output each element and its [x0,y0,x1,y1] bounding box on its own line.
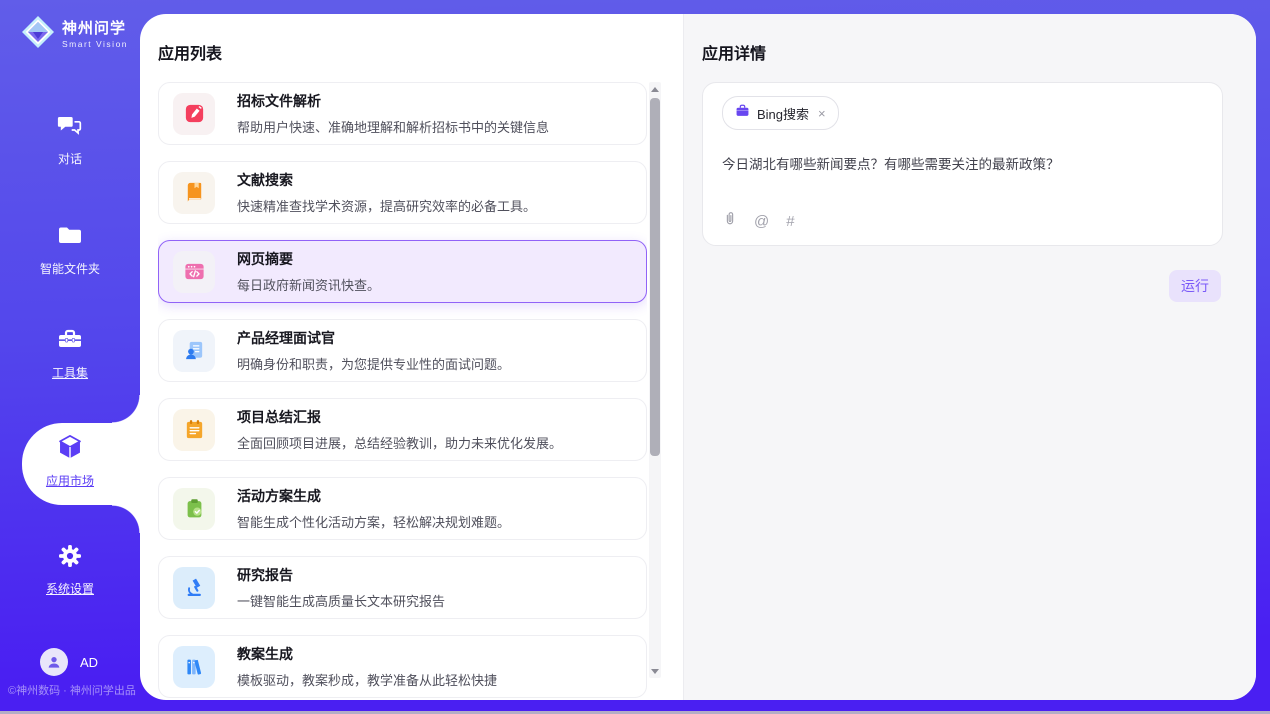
logo-diamond-icon [20,14,56,55]
cube-icon [55,449,85,466]
tender-parse-icon [173,93,215,135]
active-nav-notch-top [112,395,140,423]
tag-close-icon[interactable]: × [818,107,826,120]
logo-title: 神州问学 [62,21,128,36]
lesson-books-icon [173,646,215,688]
app-logo: 神州问学 Smart Vision [20,14,128,55]
app-desc: 一键智能生成高质量长文本研究报告 [237,591,445,610]
active-nav-notch-bottom [112,505,140,533]
list-scrollbar[interactable] [649,82,661,678]
toolbox-icon [56,341,84,358]
mention-icon[interactable]: @ [754,213,769,230]
app-title: 网页摘要 [237,249,380,269]
person-icon [46,654,62,670]
app-detail-title: 应用详情 [702,40,766,64]
interviewer-icon [173,330,215,372]
sidebar-item-label: 对话 [58,150,82,167]
app-title: 活动方案生成 [237,486,510,506]
sidebar-item-settings[interactable]: 系统设置 [0,542,140,598]
app-card-research-report[interactable]: 研究报告 一键智能生成高质量长文本研究报告 [158,556,647,619]
user-account[interactable]: AD [40,648,98,676]
sidebar-item-label: 应用市场 [46,472,94,489]
tool-tag-bing-search[interactable]: Bing搜索 × [722,96,839,130]
sidebar-item-chat[interactable]: 对话 [0,112,140,168]
app-desc: 快速精准查找学术资源，提高研究效率的必备工具。 [237,196,536,215]
app-title: 产品经理面试官 [237,328,510,348]
research-icon [173,567,215,609]
app-desc: 每日政府新闻资讯快查。 [237,275,380,294]
app-card-tender-parse[interactable]: 招标文件解析 帮助用户快速、准确地理解和解析招标书中的关键信息 [158,82,647,145]
sidebar-item-smart-folder[interactable]: 智能文件夹 [0,222,140,278]
sidebar-item-label: 工具集 [52,364,88,381]
scrollbar-thumb[interactable] [650,98,660,456]
app-list-title: 应用列表 [158,40,222,64]
app-title: 招标文件解析 [237,91,549,111]
app-desc: 智能生成个性化活动方案，轻松解决规划难题。 [237,512,510,531]
app-title: 文献搜索 [237,170,536,190]
content-shell: 应用列表 招标文件解析 帮助用户快速、准确地理解和解析招标书中的关键信息 [140,14,1256,700]
app-card-lesson-plan[interactable]: 教案生成 模板驱动，教案秒成，教学准备从此轻松快捷 [158,635,647,698]
sidebar: 神州问学 Smart Vision 对话 智能文件夹 [0,0,140,714]
user-label: AD [80,655,98,670]
app-title: 研究报告 [237,565,445,585]
web-summary-icon [173,251,215,293]
app-list-panel: 应用列表 招标文件解析 帮助用户快速、准确地理解和解析招标书中的关键信息 [140,14,683,700]
sidebar-item-toolset[interactable]: 工具集 [0,326,140,382]
sidebar-item-app-market[interactable]: 应用市场 [0,432,140,490]
hashtag-icon[interactable]: # [786,213,794,230]
clipboard-check-icon [173,488,215,530]
app-title: 项目总结汇报 [237,407,562,427]
app-list: 招标文件解析 帮助用户快速、准确地理解和解析招标书中的关键信息 文献搜索 快速精… [158,82,647,700]
app-card-literature-search[interactable]: 文献搜索 快速精准查找学术资源，提高研究效率的必备工具。 [158,161,647,224]
app-desc: 模板驱动，教案秒成，教学准备从此轻松快捷 [237,670,497,689]
app-card-project-summary[interactable]: 项目总结汇报 全面回顾项目进展，总结经验教训，助力未来优化发展。 [158,398,647,461]
composer-toolbar: @ # [723,210,795,232]
app-card-event-plan[interactable]: 活动方案生成 智能生成个性化活动方案，轻松解决规划难题。 [158,477,647,540]
app-title: 教案生成 [237,644,497,664]
run-button[interactable]: 运行 [1169,270,1221,302]
app-desc: 明确身份和职责，为您提供专业性的面试问题。 [237,354,510,373]
attachment-icon[interactable] [723,210,737,232]
app-card-pm-interviewer[interactable]: 产品经理面试官 明确身份和职责，为您提供专业性的面试问题。 [158,319,647,382]
book-icon [173,172,215,214]
sidebar-item-label: 智能文件夹 [40,260,100,277]
briefcase-icon [735,103,750,123]
copyright-footer: ©神州数码 · 神州问学出品 [8,682,136,698]
scrollbar-up-arrow[interactable] [649,82,661,96]
query-text[interactable]: 今日湖北有哪些新闻要点？有哪些需要关注的最新政策？ [722,153,1203,173]
logo-subtitle: Smart Vision [62,40,128,49]
chat-icon [56,127,84,144]
summary-note-icon [173,409,215,451]
gear-icon [56,557,84,574]
scrollbar-down-arrow[interactable] [649,664,661,678]
app-detail-panel: 应用详情 Bing搜索 × 今日湖北有哪些新闻要点？有哪些需要关注的最新政策？ [683,14,1256,700]
tool-tag-label: Bing搜索 [757,104,809,123]
app-card-web-summary[interactable]: 网页摘要 每日政府新闻资讯快查。 [158,240,647,303]
app-desc: 全面回顾项目进展，总结经验教训，助力未来优化发展。 [237,433,562,452]
avatar [40,648,68,676]
sidebar-item-label: 系统设置 [46,580,94,597]
folder-icon [56,237,84,254]
prompt-card[interactable]: Bing搜索 × 今日湖北有哪些新闻要点？有哪些需要关注的最新政策？ @ # [702,82,1223,246]
app-desc: 帮助用户快速、准确地理解和解析招标书中的关键信息 [237,117,549,136]
